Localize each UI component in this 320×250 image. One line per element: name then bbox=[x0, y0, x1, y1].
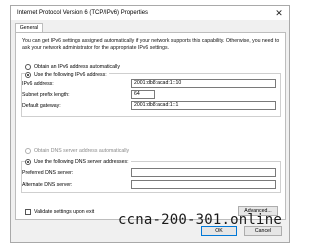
title-bar: Internet Protocol Version 6 (TCP/IPv6) P… bbox=[11, 6, 289, 20]
use-dns-manual-radio[interactable] bbox=[25, 158, 31, 165]
obtain-ipv6-auto-option[interactable]: Obtain an IPv6 address automatically bbox=[25, 63, 120, 70]
use-ipv6-manual-label: Use the following IPv6 address: bbox=[34, 71, 107, 78]
ipv6-address-label: IPv6 address: bbox=[22, 81, 54, 87]
validate-settings-label: Validate settings upon exit bbox=[34, 209, 95, 215]
obtain-dns-auto-label: Obtain DNS server address automatically bbox=[34, 147, 130, 154]
alternate-dns-label: Alternate DNS server: bbox=[22, 182, 73, 188]
use-dns-manual-option[interactable]: Use the following DNS server addresses: bbox=[25, 158, 131, 165]
default-gateway-input[interactable]: 2001:db8:acad:1::1 bbox=[131, 101, 276, 110]
subnet-prefix-input[interactable]: 64 bbox=[131, 90, 155, 99]
use-ipv6-manual-option[interactable]: Use the following IPv6 address: bbox=[25, 71, 109, 78]
validate-settings-checkbox[interactable] bbox=[25, 209, 31, 215]
ipv6-address-input[interactable]: 2001:db8:acad:1::10 bbox=[131, 79, 276, 88]
obtain-ipv6-auto-label: Obtain an IPv6 address automatically bbox=[34, 63, 120, 70]
use-dns-manual-label: Use the following DNS server addresses: bbox=[34, 158, 129, 165]
close-icon[interactable]: ✕ bbox=[272, 7, 286, 19]
obtain-ipv6-auto-radio[interactable] bbox=[25, 63, 31, 70]
obtain-dns-auto-radio[interactable] bbox=[25, 147, 31, 154]
preferred-dns-label: Preferred DNS server: bbox=[22, 170, 74, 176]
use-ipv6-manual-radio[interactable] bbox=[25, 71, 31, 78]
obtain-dns-auto-option[interactable]: Obtain DNS server address automatically bbox=[25, 147, 129, 154]
ipv6-properties-dialog: Internet Protocol Version 6 (TCP/IPv6) P… bbox=[10, 5, 290, 243]
window-title: Internet Protocol Version 6 (TCP/IPv6) P… bbox=[17, 9, 149, 16]
default-gateway-label: Default gateway: bbox=[22, 103, 61, 109]
validate-settings-option[interactable]: Validate settings upon exit bbox=[25, 209, 94, 215]
preferred-dns-input[interactable] bbox=[131, 168, 276, 177]
watermark-text: ccna-200-301.online bbox=[118, 212, 282, 228]
alternate-dns-input[interactable] bbox=[131, 180, 276, 189]
subnet-prefix-label: Subnet prefix length: bbox=[22, 92, 70, 98]
general-panel: You can get IPv6 settings assigned autom… bbox=[15, 32, 286, 220]
description-text: You can get IPv6 settings assigned autom… bbox=[22, 38, 280, 51]
